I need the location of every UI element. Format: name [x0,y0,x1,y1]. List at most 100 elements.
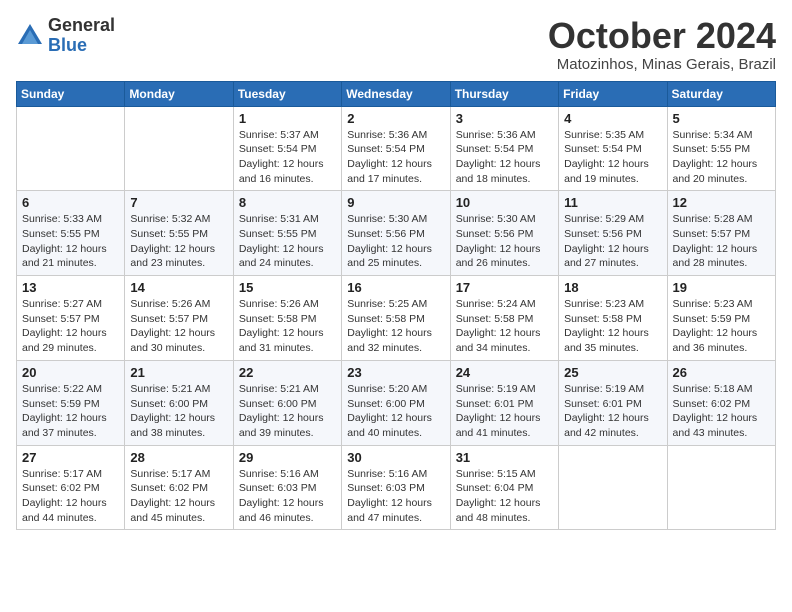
day-number: 5 [673,111,770,126]
calendar-cell: 1 Sunrise: 5:37 AM Sunset: 5:54 PM Daylig… [233,106,341,191]
day-info: Sunrise: 5:29 AM Sunset: 5:56 PM Dayligh… [564,212,661,271]
day-info: Sunrise: 5:32 AM Sunset: 5:55 PM Dayligh… [130,212,227,271]
day-number: 7 [130,195,227,210]
day-info: Sunrise: 5:33 AM Sunset: 5:55 PM Dayligh… [22,212,119,271]
day-info: Sunrise: 5:19 AM Sunset: 6:01 PM Dayligh… [456,382,553,441]
calendar-cell: 23 Sunrise: 5:20 AM Sunset: 6:00 PM Dayli… [342,360,450,445]
calendar-cell: 27 Sunrise: 5:17 AM Sunset: 6:02 PM Dayli… [17,445,125,530]
day-info: Sunrise: 5:16 AM Sunset: 6:03 PM Dayligh… [347,467,444,526]
day-number: 17 [456,280,553,295]
calendar-cell: 7 Sunrise: 5:32 AM Sunset: 5:55 PM Daylig… [125,191,233,276]
day-number: 10 [456,195,553,210]
day-info: Sunrise: 5:24 AM Sunset: 5:58 PM Dayligh… [456,297,553,356]
day-info: Sunrise: 5:26 AM Sunset: 5:57 PM Dayligh… [130,297,227,356]
calendar-week-row: 20 Sunrise: 5:22 AM Sunset: 5:59 PM Dayli… [17,360,776,445]
day-info: Sunrise: 5:30 AM Sunset: 5:56 PM Dayligh… [347,212,444,271]
day-number: 12 [673,195,770,210]
calendar-week-row: 6 Sunrise: 5:33 AM Sunset: 5:55 PM Daylig… [17,191,776,276]
month-title: October 2024 [548,16,776,56]
logo-blue: Blue [48,35,87,55]
day-number: 29 [239,450,336,465]
calendar-cell: 6 Sunrise: 5:33 AM Sunset: 5:55 PM Daylig… [17,191,125,276]
logo-icon [16,22,44,50]
day-number: 15 [239,280,336,295]
day-info: Sunrise: 5:16 AM Sunset: 6:03 PM Dayligh… [239,467,336,526]
day-number: 16 [347,280,444,295]
day-number: 1 [239,111,336,126]
day-number: 9 [347,195,444,210]
day-number: 27 [22,450,119,465]
day-info: Sunrise: 5:31 AM Sunset: 5:55 PM Dayligh… [239,212,336,271]
location: Matozinhos, Minas Gerais, Brazil [548,56,776,73]
day-info: Sunrise: 5:20 AM Sunset: 6:00 PM Dayligh… [347,382,444,441]
calendar-week-row: 1 Sunrise: 5:37 AM Sunset: 5:54 PM Daylig… [17,106,776,191]
day-number: 23 [347,365,444,380]
day-number: 20 [22,365,119,380]
calendar-cell: 4 Sunrise: 5:35 AM Sunset: 5:54 PM Daylig… [559,106,667,191]
day-info: Sunrise: 5:23 AM Sunset: 5:58 PM Dayligh… [564,297,661,356]
weekday-header-row: SundayMondayTuesdayWednesdayThursdayFrid… [17,81,776,106]
calendar-cell: 18 Sunrise: 5:23 AM Sunset: 5:58 PM Dayli… [559,276,667,361]
day-number: 19 [673,280,770,295]
calendar-cell: 13 Sunrise: 5:27 AM Sunset: 5:57 PM Dayli… [17,276,125,361]
calendar-cell: 25Sunrise: 5:19 AM Sunset: 6:01 PM Dayli… [559,360,667,445]
calendar-cell: 11 Sunrise: 5:29 AM Sunset: 5:56 PM Dayli… [559,191,667,276]
calendar-cell [17,106,125,191]
calendar-cell: 20 Sunrise: 5:22 AM Sunset: 5:59 PM Dayli… [17,360,125,445]
day-number: 6 [22,195,119,210]
day-info: Sunrise: 5:17 AM Sunset: 6:02 PM Dayligh… [22,467,119,526]
day-info: Sunrise: 5:35 AM Sunset: 5:54 PM Dayligh… [564,128,661,187]
day-number: 31 [456,450,553,465]
logo-general: General [48,15,115,35]
day-info: Sunrise: 5:36 AM Sunset: 5:54 PM Dayligh… [347,128,444,187]
weekday-header-saturday: Saturday [667,81,775,106]
day-number: 8 [239,195,336,210]
weekday-header-thursday: Thursday [450,81,558,106]
calendar-cell: 17 Sunrise: 5:24 AM Sunset: 5:58 PM Dayli… [450,276,558,361]
day-number: 13 [22,280,119,295]
day-info: Sunrise: 5:27 AM Sunset: 5:57 PM Dayligh… [22,297,119,356]
day-number: 18 [564,280,661,295]
calendar-cell: 3Sunrise: 5:36 AM Sunset: 5:54 PM Daylig… [450,106,558,191]
day-number: 11 [564,195,661,210]
calendar-cell: 5 Sunrise: 5:34 AM Sunset: 5:55 PM Daylig… [667,106,775,191]
title-block: October 2024 Matozinhos, Minas Gerais, B… [548,16,776,73]
day-info: Sunrise: 5:37 AM Sunset: 5:54 PM Dayligh… [239,128,336,187]
day-info: Sunrise: 5:34 AM Sunset: 5:55 PM Dayligh… [673,128,770,187]
calendar-cell: 2 Sunrise: 5:36 AM Sunset: 5:54 PM Daylig… [342,106,450,191]
day-info: Sunrise: 5:15 AM Sunset: 6:04 PM Dayligh… [456,467,553,526]
weekday-header-tuesday: Tuesday [233,81,341,106]
calendar-cell: 24 Sunrise: 5:19 AM Sunset: 6:01 PM Dayli… [450,360,558,445]
calendar-cell: 15 Sunrise: 5:26 AM Sunset: 5:58 PM Dayli… [233,276,341,361]
calendar-cell: 14Sunrise: 5:26 AM Sunset: 5:57 PM Dayli… [125,276,233,361]
day-number: 24 [456,365,553,380]
calendar-table: SundayMondayTuesdayWednesdayThursdayFrid… [16,81,776,531]
day-info: Sunrise: 5:36 AM Sunset: 5:54 PM Dayligh… [456,128,553,187]
day-info: Sunrise: 5:26 AM Sunset: 5:58 PM Dayligh… [239,297,336,356]
day-info: Sunrise: 5:23 AM Sunset: 5:59 PM Dayligh… [673,297,770,356]
day-info: Sunrise: 5:21 AM Sunset: 6:00 PM Dayligh… [130,382,227,441]
day-info: Sunrise: 5:17 AM Sunset: 6:02 PM Dayligh… [130,467,227,526]
day-info: Sunrise: 5:19 AM Sunset: 6:01 PM Dayligh… [564,382,661,441]
logo: General Blue [16,16,115,56]
calendar-cell: 26Sunrise: 5:18 AM Sunset: 6:02 PM Dayli… [667,360,775,445]
calendar-cell [125,106,233,191]
calendar-week-row: 13 Sunrise: 5:27 AM Sunset: 5:57 PM Dayli… [17,276,776,361]
calendar-cell: 31 Sunrise: 5:15 AM Sunset: 6:04 PM Dayli… [450,445,558,530]
page-header: General Blue October 2024 Matozinhos, Mi… [16,16,776,73]
day-info: Sunrise: 5:28 AM Sunset: 5:57 PM Dayligh… [673,212,770,271]
day-info: Sunrise: 5:22 AM Sunset: 5:59 PM Dayligh… [22,382,119,441]
day-info: Sunrise: 5:25 AM Sunset: 5:58 PM Dayligh… [347,297,444,356]
day-number: 4 [564,111,661,126]
calendar-week-row: 27 Sunrise: 5:17 AM Sunset: 6:02 PM Dayli… [17,445,776,530]
weekday-header-monday: Monday [125,81,233,106]
day-info: Sunrise: 5:21 AM Sunset: 6:00 PM Dayligh… [239,382,336,441]
weekday-header-sunday: Sunday [17,81,125,106]
calendar-cell: 29 Sunrise: 5:16 AM Sunset: 6:03 PM Dayli… [233,445,341,530]
calendar-cell: 22Sunrise: 5:21 AM Sunset: 6:00 PM Dayli… [233,360,341,445]
day-number: 30 [347,450,444,465]
day-number: 2 [347,111,444,126]
calendar-cell: 10 Sunrise: 5:30 AM Sunset: 5:56 PM Dayli… [450,191,558,276]
logo-text: General Blue [48,16,115,56]
day-info: Sunrise: 5:30 AM Sunset: 5:56 PM Dayligh… [456,212,553,271]
